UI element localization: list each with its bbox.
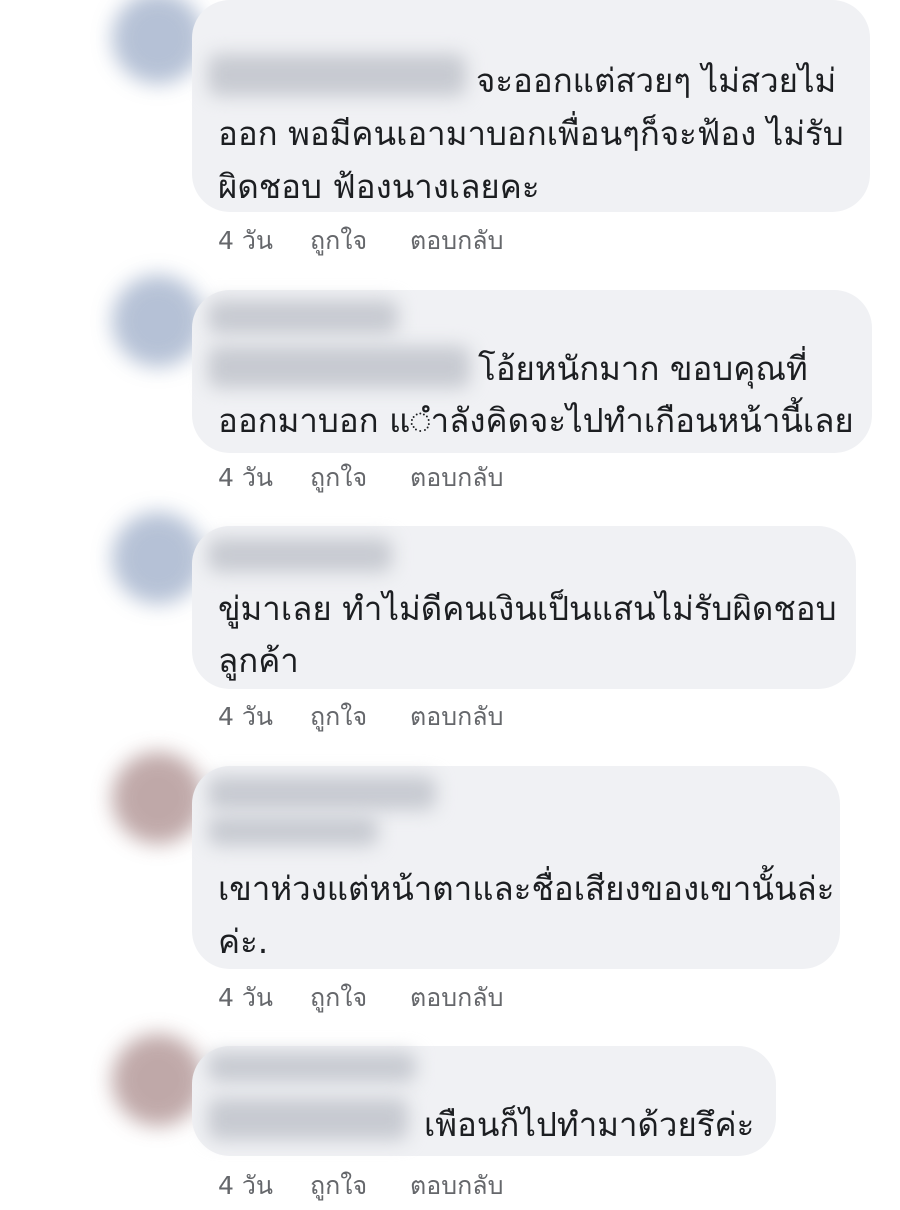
comment-actions: 4 วัน ถูกใจ ตอบกลับ bbox=[218, 697, 503, 737]
reply-button[interactable]: ตอบกลับ bbox=[410, 978, 503, 1018]
comment-timestamp[interactable]: 4 วัน bbox=[218, 458, 310, 498]
author-name-redacted[interactable] bbox=[208, 346, 470, 388]
author-name-redacted[interactable] bbox=[208, 776, 436, 810]
avatar[interactable] bbox=[112, 512, 204, 604]
comment-actions: 4 วัน ถูกใจ ตอบกลับ bbox=[218, 221, 503, 261]
comment-thread: จะออกแต่สวยๆ ไม่สวยไม่ ออก พอมีคนเอามาบอ… bbox=[0, 0, 900, 1210]
comment-text-line: ออกมาบอก แ◌ำลังคิดจะไปทำเกือนหน้านี้เลย bbox=[218, 401, 854, 440]
like-button[interactable]: ถูกใจ bbox=[310, 458, 410, 498]
comment-text-line: ผิดชอบ ฟ้องนางเลยคะ bbox=[218, 167, 540, 206]
author-name-redacted[interactable] bbox=[208, 816, 378, 846]
author-name-redacted[interactable] bbox=[208, 300, 398, 334]
avatar[interactable] bbox=[112, 0, 204, 84]
comment-timestamp[interactable]: 4 วัน bbox=[218, 978, 310, 1018]
author-name-redacted[interactable] bbox=[208, 1098, 408, 1140]
comment-timestamp[interactable]: 4 วัน bbox=[218, 697, 310, 737]
like-button[interactable]: ถูกใจ bbox=[310, 697, 410, 737]
comment-actions: 4 วัน ถูกใจ ตอบกลับ bbox=[218, 978, 503, 1018]
comment-text-line: ลูกค้า bbox=[218, 641, 299, 680]
comment-actions: 4 วัน ถูกใจ ตอบกลับ bbox=[218, 1166, 503, 1206]
comment-actions: 4 วัน ถูกใจ ตอบกลับ bbox=[218, 458, 503, 498]
like-button[interactable]: ถูกใจ bbox=[310, 221, 410, 261]
reply-button[interactable]: ตอบกลับ bbox=[410, 221, 503, 261]
reply-button[interactable]: ตอบกลับ bbox=[410, 458, 503, 498]
comment-text-line: จะออกแต่สวยๆ ไม่สวยไม่ bbox=[476, 61, 837, 100]
reply-button[interactable]: ตอบกลับ bbox=[410, 1166, 503, 1206]
comment-text-line: เขาห่วงแต่หน้าตาและชื่อเสียงของเขานั้นล่… bbox=[218, 869, 835, 908]
comment-text-line: ขู่มาเลย ทำไม่ดีคนเงินเป็นแสนไม่รับผิดชอ… bbox=[218, 589, 837, 628]
comment-timestamp[interactable]: 4 วัน bbox=[218, 221, 310, 261]
comment-text-line: ค่ะ. bbox=[218, 922, 269, 961]
like-button[interactable]: ถูกใจ bbox=[310, 1166, 410, 1206]
avatar[interactable] bbox=[112, 1034, 204, 1126]
comment-text-line: เพือนก็ไปทำมาด้วยรึค่ะ bbox=[424, 1105, 755, 1144]
comment-text-line: ออก พอมีคนเอามาบอกเพื่อนๆก็จะฟ้อง ไม่รับ bbox=[218, 114, 844, 153]
comment-timestamp[interactable]: 4 วัน bbox=[218, 1166, 310, 1206]
like-button[interactable]: ถูกใจ bbox=[310, 978, 410, 1018]
avatar[interactable] bbox=[112, 275, 204, 367]
avatar[interactable] bbox=[112, 752, 204, 844]
comment-text-line: โอ้ยหนักมาก ขอบคุณที่ bbox=[478, 349, 808, 388]
author-name-redacted[interactable] bbox=[208, 1052, 416, 1082]
author-name-redacted[interactable] bbox=[208, 54, 466, 96]
author-name-redacted[interactable] bbox=[208, 538, 392, 572]
reply-button[interactable]: ตอบกลับ bbox=[410, 697, 503, 737]
